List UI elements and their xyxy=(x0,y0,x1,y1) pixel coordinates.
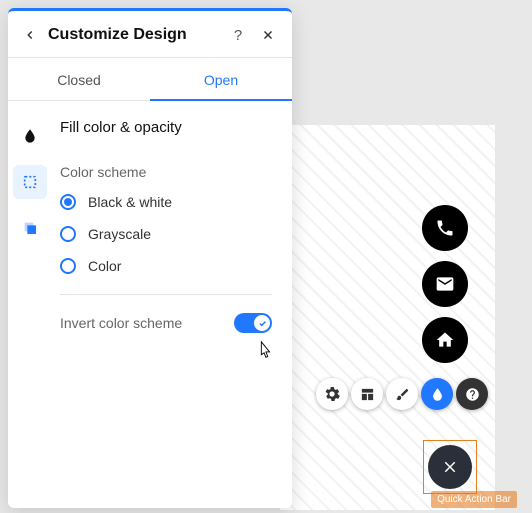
radio-indicator xyxy=(60,258,76,274)
radio-label: Color xyxy=(88,258,121,274)
home-icon xyxy=(435,330,455,350)
fill-tool[interactable] xyxy=(421,378,453,410)
quick-action-stack xyxy=(422,205,468,363)
check-icon xyxy=(258,319,267,328)
chevron-left-icon xyxy=(23,28,37,42)
editor-canvas: Quick Action Bar Customize Design ? Clos… xyxy=(0,0,532,513)
radio-grayscale[interactable]: Grayscale xyxy=(60,226,272,242)
radio-label: Black & white xyxy=(88,194,172,210)
customize-design-panel: Customize Design ? Closed Open xyxy=(8,8,292,508)
color-scheme-label: Color scheme xyxy=(60,164,272,180)
email-icon xyxy=(435,274,455,294)
radio-label: Grayscale xyxy=(88,226,151,242)
panel-title: Customize Design xyxy=(48,26,228,44)
stack-icon xyxy=(22,220,38,236)
drop-icon xyxy=(22,128,38,144)
panel-content: Fill color & opacity Color scheme Black … xyxy=(52,101,292,508)
gear-icon xyxy=(324,386,340,402)
home-fab[interactable] xyxy=(422,317,468,363)
invert-row: Invert color scheme xyxy=(60,313,272,333)
dashed-square-icon xyxy=(22,174,38,190)
back-button[interactable] xyxy=(22,27,38,43)
rail-border[interactable] xyxy=(13,165,47,199)
phone-icon xyxy=(435,218,455,238)
settings-tool[interactable] xyxy=(316,378,348,410)
design-toolbar xyxy=(316,378,488,410)
panel-header: Customize Design ? xyxy=(8,11,292,58)
selection-badge: Quick Action Bar xyxy=(431,491,517,508)
brush-tool[interactable] xyxy=(386,378,418,410)
tab-open[interactable]: Open xyxy=(150,58,292,100)
state-tabs: Closed Open xyxy=(8,58,292,101)
radio-color[interactable]: Color xyxy=(60,258,272,274)
email-fab[interactable] xyxy=(422,261,468,307)
radio-indicator xyxy=(60,226,76,242)
question-icon xyxy=(465,387,480,402)
drop-icon xyxy=(430,387,445,402)
close-fab[interactable] xyxy=(428,445,472,489)
help-tool[interactable] xyxy=(456,378,488,410)
close-icon xyxy=(261,28,275,42)
radio-indicator xyxy=(60,194,76,210)
brush-icon xyxy=(395,387,410,402)
rail-shadow[interactable] xyxy=(13,211,47,245)
tab-closed[interactable]: Closed xyxy=(8,58,150,100)
invert-label: Invert color scheme xyxy=(60,315,182,331)
side-rail xyxy=(8,101,52,508)
layout-icon xyxy=(360,387,375,402)
toggle-knob xyxy=(254,315,270,331)
question-mark-icon: ? xyxy=(234,27,242,44)
close-fab-selection[interactable] xyxy=(423,440,477,494)
close-panel-button[interactable] xyxy=(260,27,276,43)
close-icon xyxy=(441,458,459,476)
invert-toggle[interactable] xyxy=(234,313,272,333)
color-scheme-group: Black & white Grayscale Color xyxy=(60,194,272,274)
panel-body: Fill color & opacity Color scheme Black … xyxy=(8,101,292,508)
help-button[interactable]: ? xyxy=(228,25,248,45)
phone-fab[interactable] xyxy=(422,205,468,251)
section-title: Fill color & opacity xyxy=(60,119,272,136)
divider xyxy=(60,294,272,295)
rail-fill[interactable] xyxy=(13,119,47,153)
layout-tool[interactable] xyxy=(351,378,383,410)
radio-black-white[interactable]: Black & white xyxy=(60,194,272,210)
